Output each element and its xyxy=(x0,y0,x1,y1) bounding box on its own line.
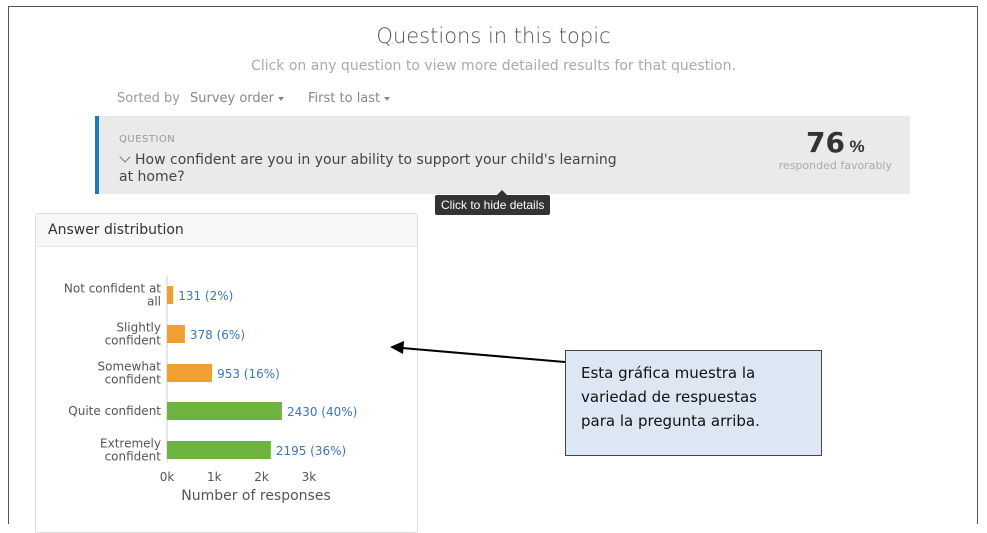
arrow-line xyxy=(401,347,566,363)
annotation-arrow xyxy=(390,341,566,363)
arrow-head xyxy=(390,341,404,354)
